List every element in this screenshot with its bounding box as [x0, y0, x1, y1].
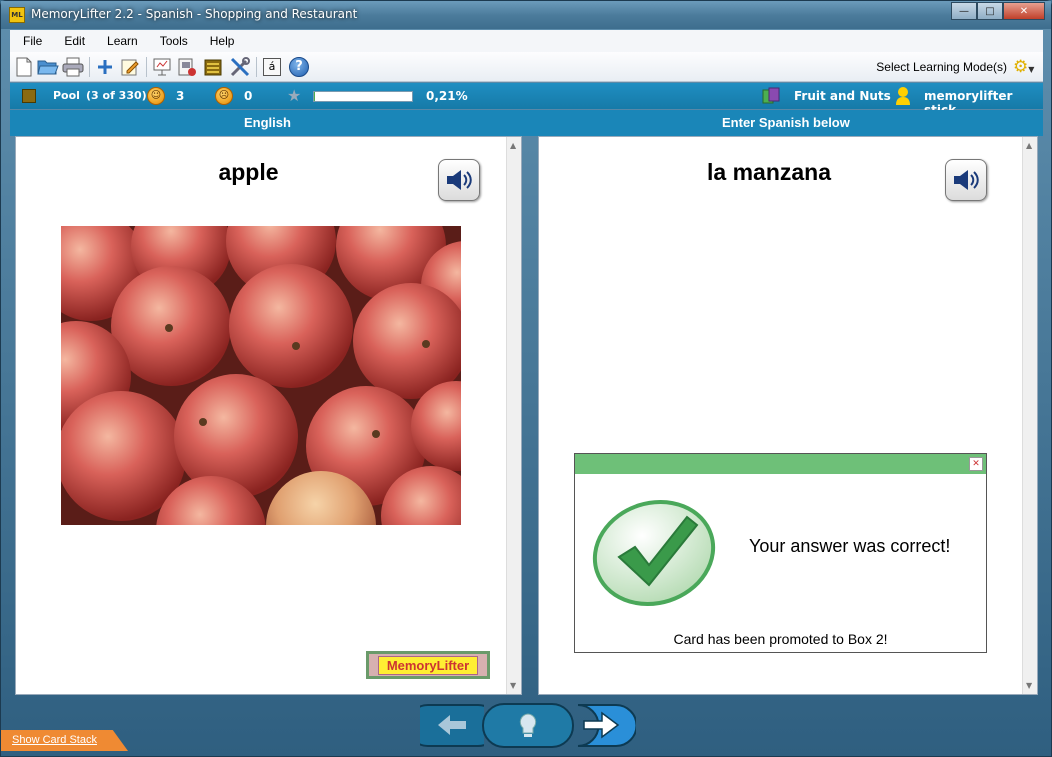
scroll-down-icon[interactable]: ▼ — [1026, 681, 1032, 690]
question-word: apple — [218, 159, 279, 185]
hint-button[interactable] — [482, 703, 574, 748]
popup-close-icon[interactable]: ✕ — [969, 457, 983, 471]
memorylifter-logo: MemoryLifter — [366, 651, 490, 679]
box-icon[interactable] — [202, 56, 224, 78]
progress-percent: 0,21% — [426, 89, 468, 103]
result-popup: ✕ Your answer was correct! Card has been… — [574, 453, 987, 653]
minimize-button[interactable]: — — [951, 2, 977, 20]
scroll-up-icon[interactable]: ▲ — [510, 141, 516, 150]
learning-mode-gear-icon[interactable]: ⚙▼ — [1013, 57, 1035, 77]
card-stack-icon[interactable] — [176, 56, 198, 78]
apple-image — [61, 226, 461, 525]
window-title: MemoryLifter 2.2 - Spanish - Shopping an… — [31, 7, 358, 21]
new-icon[interactable] — [13, 56, 35, 78]
result-message: Your answer was correct! — [749, 536, 951, 556]
status-bar: Pool (3 of 330) ☺ 3 ☹ 0 ★ 0,21% Fruit an… — [10, 83, 1043, 117]
toolbar-separator — [256, 57, 257, 77]
menu-tools[interactable]: Tools — [147, 34, 197, 48]
toolbar-separator — [146, 57, 147, 77]
menu-file[interactable]: File — [10, 34, 51, 48]
open-icon[interactable] — [37, 56, 59, 78]
help-icon[interactable]: ? — [288, 56, 310, 78]
happy-face-icon: ☺ — [147, 87, 165, 105]
app-window: ML MemoryLifter 2.2 - Spanish - Shopping… — [0, 0, 1052, 757]
chapter-name[interactable]: Fruit and Nuts — [794, 89, 891, 103]
result-popup-header: ✕ — [575, 454, 986, 474]
accent-char-label: á — [263, 58, 281, 76]
previous-card-button[interactable] — [420, 703, 484, 748]
chapter-icon — [762, 87, 782, 105]
accent-char-icon[interactable]: á — [261, 56, 283, 78]
scroll-down-icon[interactable]: ▼ — [510, 681, 516, 690]
pool-box-icon — [22, 89, 36, 103]
menu-learn[interactable]: Learn — [94, 34, 147, 48]
card-navigation — [420, 703, 636, 748]
answer-heading: Enter Spanish below — [722, 115, 850, 130]
menu-help[interactable]: Help — [197, 34, 244, 48]
app-icon: ML — [9, 7, 25, 23]
close-button[interactable]: ✕ — [1003, 2, 1045, 20]
pool-count: (3 of 330) — [86, 89, 147, 102]
lightbulb-icon — [519, 713, 537, 734]
star-icon: ★ — [287, 86, 302, 105]
speaker-icon — [954, 170, 979, 190]
question-heading: English — [244, 115, 291, 130]
speaker-icon — [447, 170, 472, 190]
result-subtext: Card has been promoted to Box 2! — [673, 631, 888, 647]
question-scrollbar[interactable]: ▲ ▼ — [506, 137, 521, 694]
show-card-stack-tab[interactable]: Show Card Stack — [1, 730, 128, 751]
window-controls: — □ ✕ — [951, 2, 1045, 20]
tools-icon[interactable] — [229, 56, 251, 78]
wrong-count: 0 — [244, 89, 253, 103]
user-icon — [895, 86, 911, 106]
question-panel: apple MemoryLifter ▲ ▼ — [15, 136, 522, 695]
answer-word: la manzana — [707, 159, 831, 185]
logo-text: MemoryLifter — [377, 655, 479, 675]
print-icon[interactable] — [62, 56, 84, 78]
edit-card-icon[interactable] — [119, 56, 141, 78]
progress-bar — [313, 91, 413, 102]
answer-scrollbar[interactable]: ▲ ▼ — [1022, 137, 1037, 694]
answer-speaker-button[interactable] — [945, 159, 987, 201]
scroll-up-icon[interactable]: ▲ — [1026, 141, 1032, 150]
show-card-stack-link[interactable]: Show Card Stack — [12, 734, 97, 746]
sad-face-icon: ☹ — [215, 87, 233, 105]
column-headings: English Enter Spanish below — [10, 110, 1043, 136]
menu-bar: File Edit Learn Tools Help — [10, 30, 1043, 52]
add-card-icon[interactable] — [94, 56, 116, 78]
help-label: ? — [289, 57, 309, 77]
pool-label[interactable]: Pool — [53, 89, 80, 102]
checkmark-icon — [591, 499, 717, 607]
learning-mode-label[interactable]: Select Learning Mode(s) — [876, 60, 1007, 74]
maximize-button[interactable]: □ — [977, 2, 1003, 20]
correct-count: 3 — [176, 89, 185, 103]
question-speaker-button[interactable] — [438, 159, 480, 201]
next-card-button[interactable] — [572, 703, 636, 748]
slideshow-icon[interactable] — [151, 56, 173, 78]
toolbar: á ? Select Learning Mode(s) ⚙▼ — [10, 52, 1043, 82]
toolbar-separator — [89, 57, 90, 77]
menu-edit[interactable]: Edit — [51, 34, 94, 48]
title-bar[interactable]: ML MemoryLifter 2.2 - Spanish - Shopping… — [1, 1, 1051, 29]
